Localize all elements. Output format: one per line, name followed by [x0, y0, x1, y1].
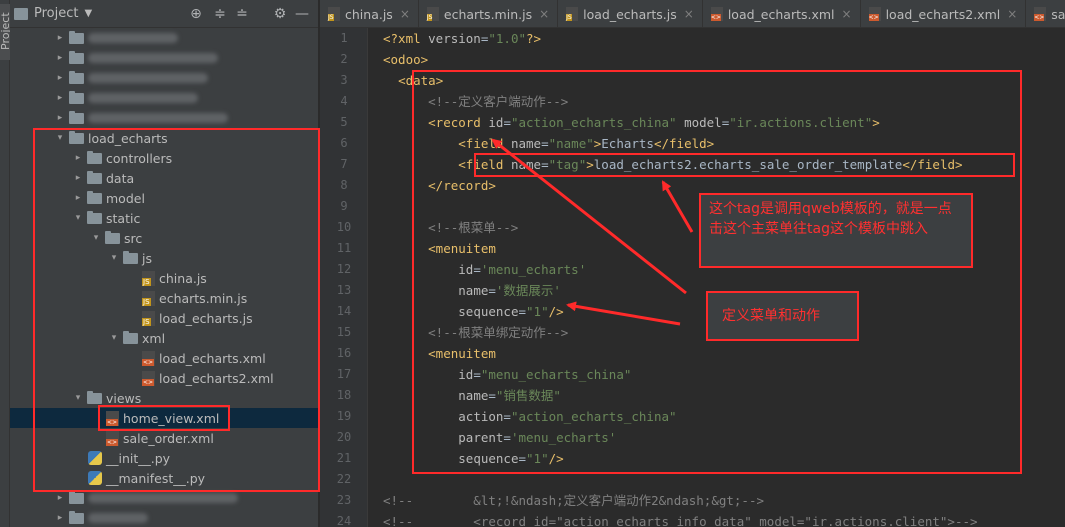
tool-window-strip: Project	[0, 0, 16, 527]
line-number: 5	[340, 115, 348, 129]
line-number: 2	[340, 52, 348, 66]
tree-item-label	[88, 93, 198, 103]
line-number: 21	[336, 451, 352, 465]
line-number: 23	[336, 493, 352, 507]
close-icon[interactable]: ×	[684, 7, 694, 21]
editor-tab[interactable]: china.js ×	[320, 0, 419, 27]
chevron-right-icon[interactable]: ▸	[54, 493, 66, 503]
line-number: 20	[336, 430, 352, 444]
tab-label: china.js	[345, 6, 393, 22]
line-number: 14	[336, 304, 352, 318]
xml-file-icon	[710, 7, 723, 21]
folder-icon	[69, 510, 84, 524]
folder-icon	[69, 70, 84, 84]
highlight-box-home-view	[98, 405, 230, 431]
line-number: 7	[340, 157, 348, 171]
hide-panel-icon[interactable]: —	[294, 6, 310, 22]
highlight-box-tag-field	[474, 153, 1015, 177]
tab-label: echarts.min.js	[443, 6, 533, 22]
line-number: 15	[336, 325, 352, 339]
code-line: <!-- &lt;!&ndash;定义客户端动作2&ndash;&gt;-->	[383, 493, 765, 508]
locate-icon[interactable]: ⊕	[188, 6, 204, 22]
chevron-right-icon[interactable]: ▸	[54, 113, 66, 123]
js-file-icon	[328, 7, 340, 21]
tree-item-label	[88, 53, 218, 63]
tree-item[interactable]: ▸	[10, 108, 318, 128]
line-number: 8	[340, 178, 348, 192]
tree-item-label	[88, 493, 238, 503]
line-number: 16	[336, 346, 352, 360]
line-number: 3	[340, 73, 348, 87]
line-number: 19	[336, 409, 352, 423]
tab-label: load_echarts.xml	[727, 6, 835, 22]
tree-item[interactable]: ▸	[10, 88, 318, 108]
folder-icon	[69, 50, 84, 64]
tab-label: load_echarts.js	[583, 6, 677, 22]
chevron-right-icon[interactable]: ▸	[54, 73, 66, 83]
chevron-right-icon[interactable]: ▸	[54, 53, 66, 63]
line-number: 10	[336, 220, 352, 234]
menu-annotation-note: 定义菜单和动作	[706, 291, 859, 341]
tree-item-label	[88, 113, 228, 123]
tree-item[interactable]: ▸	[10, 508, 318, 527]
line-number: 13	[336, 283, 352, 297]
line-number: 1	[340, 31, 348, 45]
line-number: 12	[336, 262, 352, 276]
tree-item[interactable]: ▸	[10, 68, 318, 88]
line-number: 9	[340, 199, 348, 213]
line-number: 17	[336, 367, 352, 381]
chevron-right-icon[interactable]: ▸	[54, 33, 66, 43]
tree-item-label	[88, 33, 178, 43]
close-icon[interactable]: ×	[1007, 7, 1017, 21]
chevron-right-icon[interactable]: ▸	[54, 93, 66, 103]
code-line: <!-- <record id="action_echarts_info_dat…	[383, 514, 978, 527]
tab-label: sale_order	[1051, 6, 1065, 22]
tag-annotation-note: 这个tag是调用qweb模板的，就是一点击这个主菜单往tag这个模板中跳入	[699, 193, 973, 268]
line-number: 6	[340, 136, 348, 150]
gear-icon[interactable]: ⚙	[272, 6, 288, 22]
close-icon[interactable]: ×	[400, 7, 410, 21]
line-number: 24	[336, 514, 352, 527]
xml-file-icon	[868, 7, 881, 21]
close-icon[interactable]: ×	[539, 7, 549, 21]
line-number: 4	[340, 94, 348, 108]
folder-icon	[69, 490, 84, 504]
tree-item[interactable]: ▸	[10, 48, 318, 68]
chevron-right-icon[interactable]: ▸	[54, 513, 66, 523]
line-number-gutter: 1 2 3 4 5 6 7 8 9 10 11 12 13 14 15 16 17 18 19 20 21 22 23 24	[320, 28, 368, 527]
line-number: 18	[336, 388, 352, 402]
editor-tab[interactable]: load_echarts.xml ×	[703, 0, 861, 27]
tree-item-label	[88, 513, 148, 523]
editor-tab[interactable]: echarts.min.js ×	[419, 0, 559, 27]
collapse-all-icon[interactable]: ≐	[234, 6, 250, 22]
editor-tab[interactable]: load_echarts.js ×	[558, 0, 703, 27]
folder-icon	[69, 90, 84, 104]
editor-tab-bar: china.js × echarts.min.js × load_echarts.js ×…	[320, 0, 1065, 28]
js-file-icon	[566, 7, 579, 21]
code-line: <odoo>	[383, 52, 429, 67]
expand-all-icon[interactable]: ≑	[212, 6, 228, 22]
project-panel-title[interactable]: Project	[34, 6, 78, 21]
folder-icon	[69, 30, 84, 44]
folder-icon	[69, 110, 84, 124]
line-number: 22	[336, 472, 352, 486]
editor-tab[interactable]: load_echarts2.xml ×	[861, 0, 1027, 27]
editor-tab[interactable]: sale_order×	[1026, 0, 1065, 27]
close-icon[interactable]: ×	[842, 7, 852, 21]
tab-label: load_echarts2.xml	[885, 6, 1001, 22]
chevron-down-icon[interactable]: ▼	[84, 8, 92, 19]
code-line: <?xml version="1.0"?>	[383, 31, 542, 46]
line-number: 11	[336, 241, 352, 255]
project-view-icon	[14, 7, 28, 20]
tree-item[interactable]: ▸	[10, 28, 318, 48]
js-file-icon	[426, 7, 439, 21]
tree-item-label	[88, 73, 208, 83]
highlight-box-data-block	[412, 70, 1022, 474]
xml-file-icon	[1034, 7, 1047, 21]
highlight-box-load-echarts	[33, 128, 320, 492]
